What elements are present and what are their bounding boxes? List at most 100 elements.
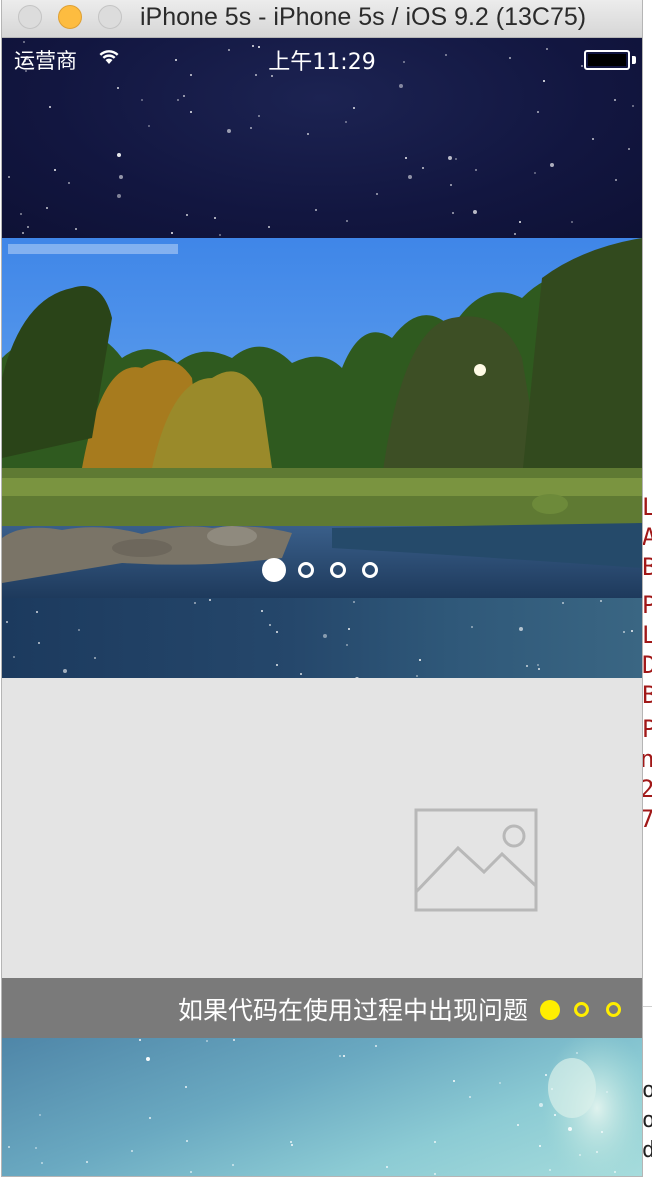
star-dot: [36, 611, 38, 613]
star-dot: [538, 668, 540, 670]
star-dot: [139, 1039, 141, 1041]
star-dot: [549, 1169, 551, 1171]
star-dot: [346, 220, 348, 222]
star-dot: [419, 659, 421, 661]
star-dot: [375, 1045, 377, 1047]
star-dot: [632, 105, 634, 107]
image-carousel-captioned[interactable]: 如果代码在使用过程中出现问题: [2, 678, 642, 1038]
star-dot: [307, 133, 309, 135]
star-dot: [345, 121, 347, 123]
page-dot[interactable]: [298, 562, 314, 578]
star-dot: [6, 621, 8, 623]
star-dot: [346, 644, 348, 646]
background-divider: [642, 1006, 652, 1007]
zoom-window-button[interactable]: [98, 5, 122, 29]
star-dot: [227, 129, 231, 133]
star-dot: [146, 1057, 150, 1061]
star-dot: [450, 184, 452, 186]
star-dot: [539, 1103, 543, 1107]
window-titlebar[interactable]: iPhone 5s - iPhone 5s / iOS 9.2 (13C75): [2, 0, 642, 38]
star-dot: [183, 95, 185, 97]
star-dot: [46, 207, 48, 209]
star-dot: [453, 1080, 455, 1082]
page-dot-active[interactable]: [540, 1000, 560, 1020]
star-dot: [190, 111, 192, 113]
star-dot: [323, 634, 327, 638]
star-dot: [550, 163, 554, 167]
star-dot: [63, 669, 67, 673]
background-code-fragment: P: [642, 715, 652, 743]
minimize-window-button[interactable]: [58, 5, 82, 29]
star-dot: [27, 226, 29, 228]
star-dot: [75, 228, 77, 230]
star-dot: [78, 629, 80, 631]
background-code-fragment: d: [642, 1138, 652, 1163]
star-dot: [35, 1147, 37, 1149]
background-code-fragment: o: [642, 1108, 652, 1133]
star-dot: [20, 213, 22, 215]
star-dot: [343, 1055, 345, 1057]
star-dot: [206, 1040, 208, 1042]
star-dot: [592, 138, 594, 140]
star-dot: [539, 1145, 541, 1147]
background-code-fragment: A: [642, 523, 652, 551]
star-dot: [300, 673, 302, 675]
star-dot: [186, 214, 188, 216]
star-dot: [13, 656, 15, 658]
star-dot: [94, 657, 96, 659]
star-dot: [177, 99, 179, 101]
star-dot: [473, 210, 477, 214]
page-dot-active[interactable]: [262, 558, 286, 582]
star-dot: [353, 107, 355, 109]
background-code-fragment: D: [642, 651, 652, 679]
page-dot[interactable]: [362, 562, 378, 578]
star-dot: [49, 106, 51, 108]
background-code-fragment: o: [642, 1078, 652, 1103]
star-dot: [291, 1144, 293, 1146]
star-dot: [131, 1150, 133, 1152]
star-dot: [39, 1114, 41, 1116]
star-dot: [568, 1127, 572, 1131]
star-dot: [471, 626, 473, 628]
star-dot: [339, 1055, 341, 1057]
nebula-cloud: [542, 1038, 642, 1176]
battery-tip: [632, 56, 636, 64]
carousel-page-control[interactable]: [2, 558, 642, 582]
star-dot: [209, 599, 211, 601]
image-carousel[interactable]: [2, 238, 642, 598]
simulator-window: iPhone 5s - iPhone 5s / iOS 9.2 (13C75) …: [2, 0, 642, 1176]
star-dot: [219, 234, 221, 236]
star-dot: [8, 1146, 10, 1148]
star-dot: [54, 169, 56, 171]
star-dot: [554, 1114, 556, 1116]
star-dot: [631, 630, 633, 632]
background-code-fragment: P: [642, 591, 652, 619]
star-dot: [276, 664, 278, 666]
star-dot: [117, 194, 121, 198]
star-dot: [576, 1052, 578, 1054]
star-dot: [537, 664, 539, 666]
star-dot: [22, 232, 24, 234]
page-dot[interactable]: [606, 1002, 621, 1017]
background-code-fragment: L: [642, 621, 652, 649]
star-dot: [250, 127, 252, 129]
window-title: iPhone 5s - iPhone 5s / iOS 9.2 (13C75): [140, 3, 587, 31]
star-dot: [68, 182, 70, 184]
star-dot: [186, 1140, 188, 1142]
star-dot: [562, 602, 564, 604]
background-code-fragment: B: [642, 681, 652, 709]
page-dot[interactable]: [330, 562, 346, 578]
star-dot: [408, 175, 412, 179]
star-dot: [526, 665, 528, 667]
star-dot: [38, 642, 40, 644]
star-dot: [448, 156, 452, 160]
star-dot: [628, 148, 630, 150]
star-dot: [315, 209, 317, 211]
star-dot: [596, 1151, 598, 1153]
star-dot: [276, 631, 278, 633]
star-dot: [8, 176, 10, 178]
star-dot: [606, 1091, 608, 1093]
close-window-button[interactable]: [18, 5, 42, 29]
star-dot: [353, 601, 355, 603]
page-dot[interactable]: [574, 1002, 589, 1017]
